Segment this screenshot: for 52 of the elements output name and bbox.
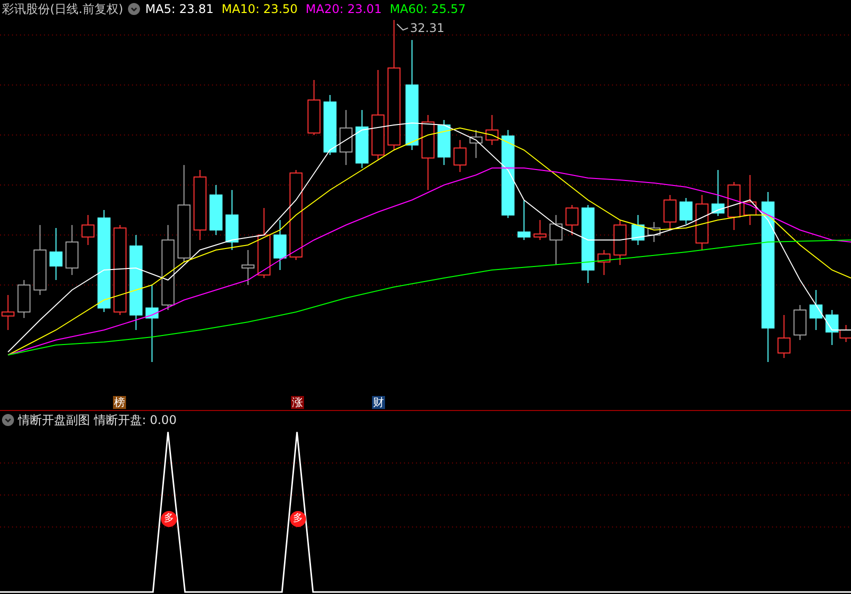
candlestick [712, 170, 724, 216]
indicator-reading: 情断开盘: 0.00 [94, 412, 177, 428]
candlestick [744, 174, 756, 226]
candlestick [598, 250, 610, 276]
chart-title: 彩讯股份(日线.前复权) [2, 1, 124, 18]
candlestick [648, 222, 660, 242]
candlestick [274, 220, 286, 270]
candlestick [82, 214, 94, 246]
event-badge[interactable]: 涨 [291, 396, 304, 409]
candlestick [680, 198, 692, 224]
candlestick [308, 80, 320, 136]
candlestick [340, 110, 352, 166]
candlestick [194, 170, 206, 240]
candlestick [242, 250, 254, 286]
dropdown-icon[interactable] [2, 414, 14, 426]
candlestick [470, 130, 482, 158]
candlestick [696, 194, 708, 250]
candlestick [810, 290, 822, 330]
pointer-icon [396, 24, 408, 31]
signal-marker: 多 [161, 511, 177, 527]
candlestick [534, 220, 546, 240]
candlestick [794, 304, 806, 340]
candlestick [614, 220, 626, 266]
candlestick [454, 140, 466, 172]
candlestick [258, 208, 270, 278]
candlestick [728, 182, 740, 230]
candlestick [438, 120, 450, 166]
candlestick [550, 214, 562, 266]
candlestick [566, 204, 578, 236]
dropdown-icon[interactable] [128, 3, 140, 15]
candlestick [664, 194, 676, 230]
candlestick [356, 110, 368, 168]
ma-reading: MA10: 23.50 [222, 1, 298, 18]
candlestick [486, 114, 498, 146]
candlestick [34, 224, 46, 296]
candlestick [632, 214, 644, 246]
candlestick [210, 184, 222, 236]
ma-reading: MA20: 23.01 [306, 1, 382, 18]
signal-marker: 多 [290, 511, 306, 527]
candlestick [518, 200, 530, 240]
candlestick [66, 224, 78, 276]
candlestick [18, 280, 30, 318]
candlestick [778, 314, 790, 358]
candlestick [324, 94, 336, 156]
event-badge[interactable]: 财 [372, 396, 385, 409]
ma-reading: MA5: 23.81 [145, 1, 214, 18]
candlestick [226, 190, 238, 250]
sub-chart-title: 情断开盘副图 [18, 412, 90, 428]
event-badge[interactable]: 榜 [113, 396, 126, 409]
high-price-label: 32.31 [410, 20, 444, 37]
candlestick [50, 228, 62, 280]
ma-reading: MA60: 25.57 [390, 1, 466, 18]
